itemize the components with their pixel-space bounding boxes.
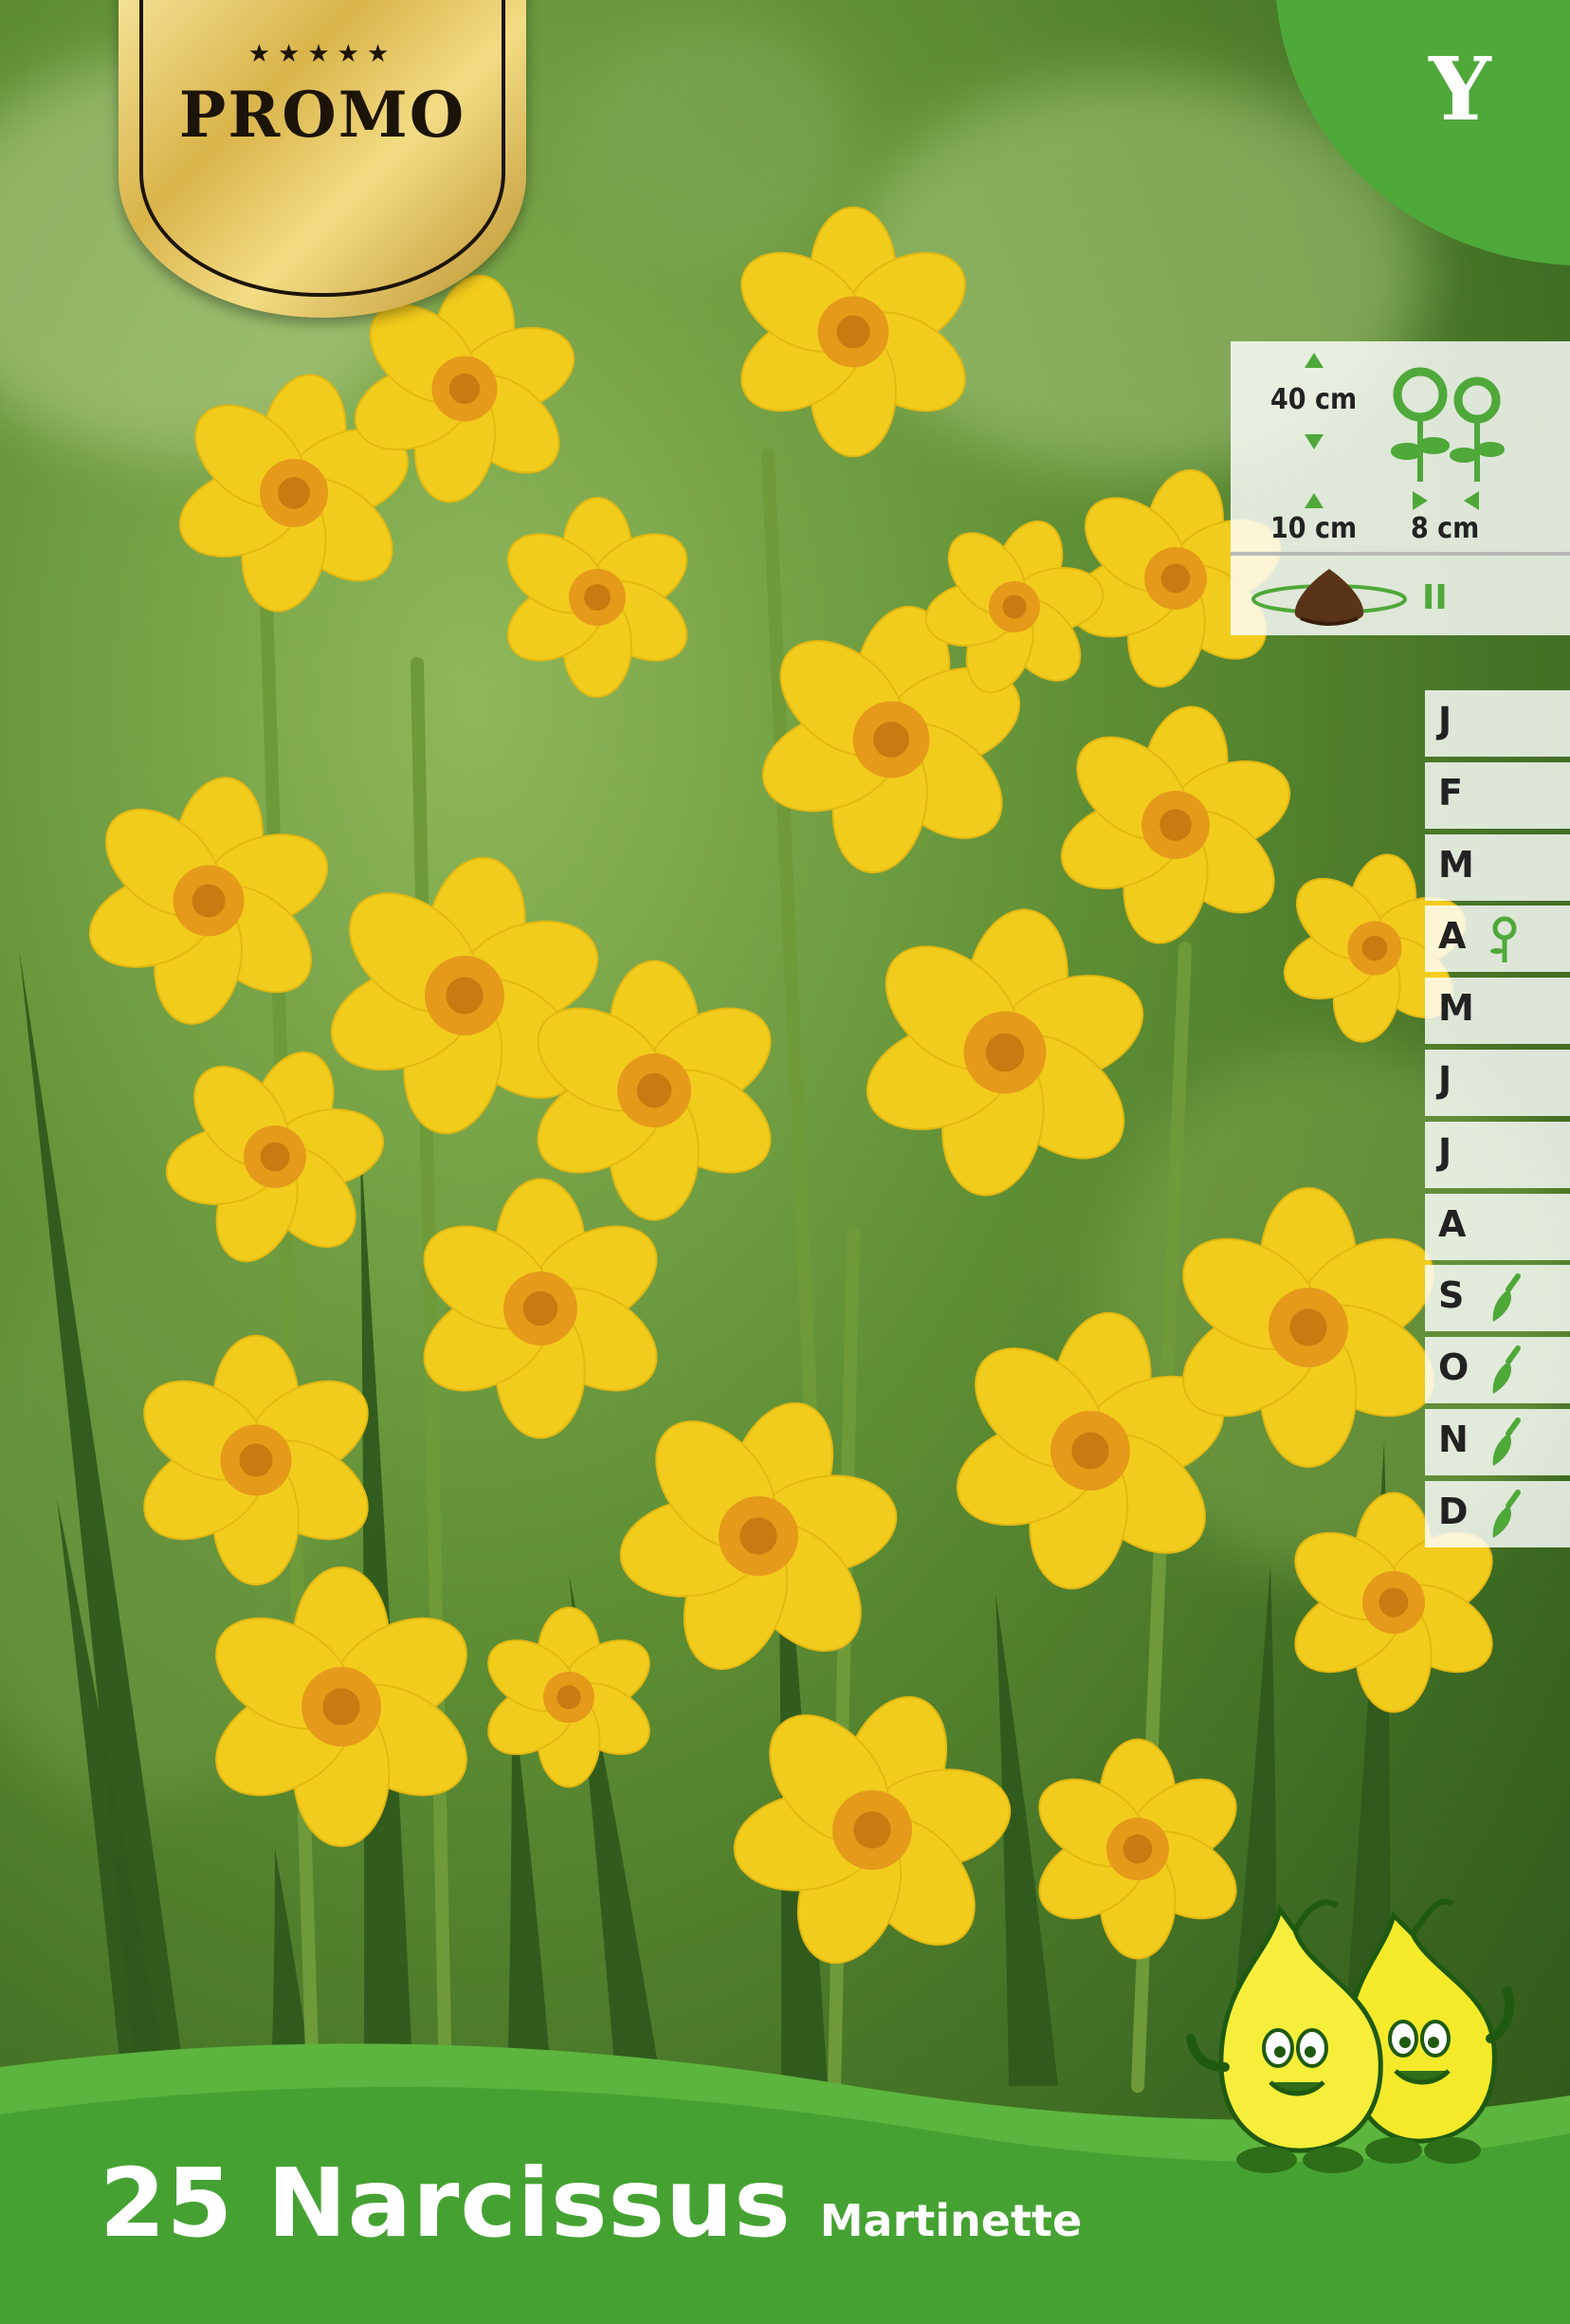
arrow-down-icon (1305, 434, 1324, 449)
calendar-month-label: A (1438, 1202, 1467, 1245)
calendar-month-label: J (1438, 700, 1452, 741)
product-image: ★★★★★ PROMO Y 40 cm 10 cm 8 cm II J F M … (0, 0, 1570, 2324)
calendar-month-label: O (1438, 1346, 1470, 1389)
calendar-month-row: D (1425, 1480, 1570, 1547)
arrow-up-icon (1305, 353, 1324, 368)
promo-label: PROMO (178, 78, 466, 152)
narcissus-flower (88, 777, 329, 1025)
narcissus-flower (506, 497, 688, 698)
calendar-month-row: A (1425, 906, 1570, 973)
stem (259, 562, 319, 2093)
arrow-up-icon (1305, 493, 1324, 508)
narcissus-flower (487, 1606, 650, 1788)
divider (1231, 552, 1570, 556)
narcissus-flower (143, 1334, 369, 1586)
planting-trowel-icon (1492, 1273, 1521, 1323)
arrow-right-icon (1413, 491, 1428, 510)
narcissus-flower (1060, 705, 1291, 944)
product-quantity-name: 25 Narcissus (100, 2148, 792, 2259)
hardiness-zone: II (1422, 578, 1448, 617)
plant-height: 40 cm (1270, 383, 1358, 416)
plant-spacing: 8 cm (1411, 512, 1480, 545)
calendar-month-label: M (1438, 987, 1474, 1030)
product-variety: Martinette (819, 2195, 1083, 2246)
planting-trowel-icon (1492, 1345, 1521, 1395)
bulb-mascot-icon (1186, 1898, 1515, 2173)
narcissus-flower (740, 206, 966, 458)
narcissus-flower (866, 908, 1144, 1197)
calendar-month-row: S (1425, 1265, 1570, 1332)
calendar-month-label: M (1438, 843, 1474, 886)
calendar-month-label: J (1438, 1059, 1452, 1101)
calendar-month-row: J (1425, 1121, 1570, 1188)
product-title: 25 Narcissus Martinette (100, 2148, 1082, 2259)
narcissus-flower (619, 1401, 898, 1671)
promo-stars: ★★★★★ (247, 40, 397, 68)
planting-depth: 10 cm (1270, 512, 1358, 545)
calendar-month-row: A (1425, 1193, 1570, 1260)
calendar-month-label: D (1438, 1490, 1469, 1532)
calendar-month-row: J (1425, 690, 1570, 757)
planting-trowel-icon (1492, 1489, 1521, 1538)
narcissus-flower (423, 1178, 658, 1439)
calendar-month-row: O (1425, 1337, 1570, 1404)
planting-info-panel: 40 cm 10 cm 8 cm II (1231, 341, 1570, 635)
leaf (995, 1593, 1058, 2086)
calendar-month-label: A (1438, 915, 1467, 958)
narcissus-flower (733, 1695, 1012, 1965)
calendar-month-label: F (1438, 771, 1463, 814)
flowers-icon (1391, 367, 1505, 482)
promo-badge: ★★★★★ PROMO (119, 0, 526, 318)
calendar-month-label: J (1438, 1130, 1452, 1173)
stem (761, 448, 822, 1524)
calendar-month-row: F (1425, 761, 1570, 829)
planting-trowel-icon (1492, 1418, 1521, 1466)
calendar-month-row: J (1425, 1050, 1570, 1116)
color-code-letter: Y (1429, 38, 1491, 140)
arrow-left-icon (1464, 491, 1479, 510)
bulb-icon (1251, 569, 1407, 626)
calendar-month-row: M (1425, 978, 1570, 1045)
narcissus-flower (165, 1051, 385, 1263)
calendar-month-row: M (1425, 833, 1570, 901)
calendar-month-label: S (1438, 1274, 1465, 1317)
flowering-icon (1490, 916, 1517, 963)
calendar-month-row: N (1425, 1409, 1570, 1475)
calendar-month-label: N (1438, 1418, 1469, 1460)
